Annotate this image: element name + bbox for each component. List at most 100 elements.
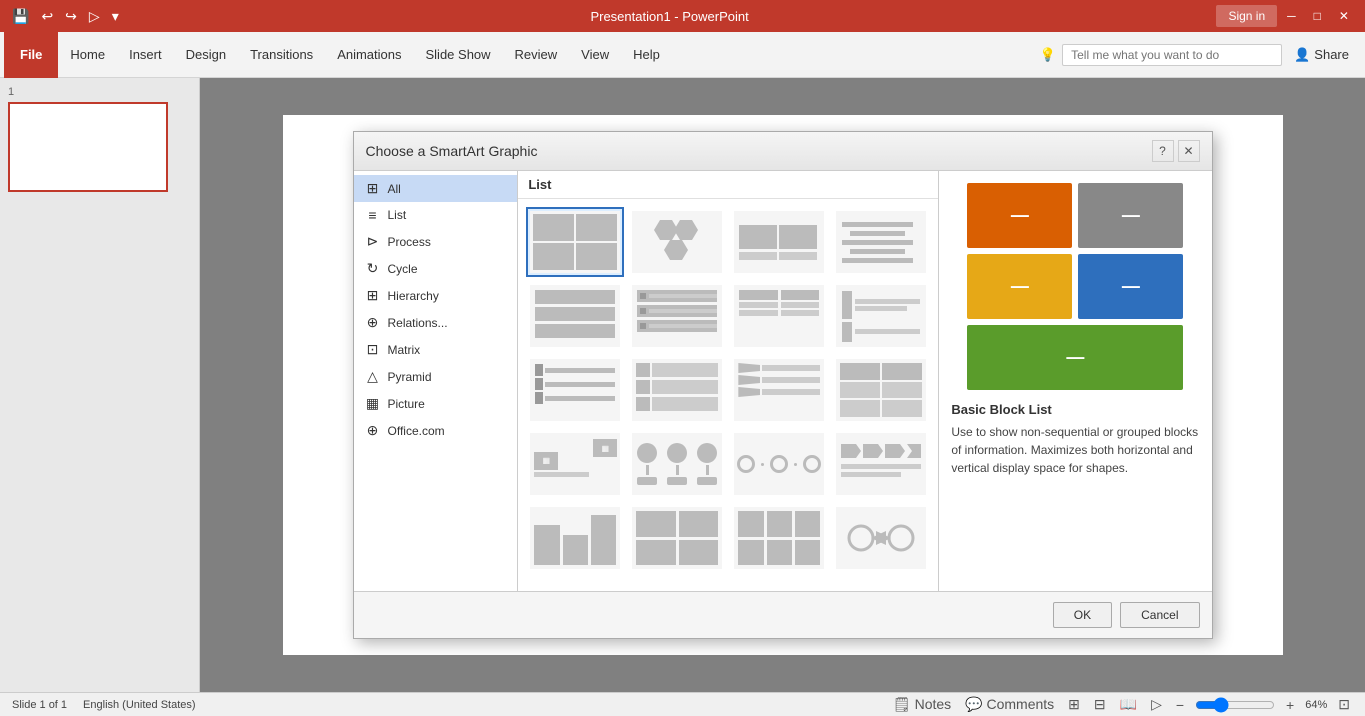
- graphic-arrow-list[interactable]: [832, 429, 930, 499]
- title-bar: 💾 ↩ ↪ ▷ ▾ Presentation1 - PowerPoint Sig…: [0, 0, 1365, 32]
- slide-thumbnail[interactable]: [8, 102, 168, 192]
- picture-icon: ▦: [364, 395, 382, 412]
- zoom-in-button[interactable]: +: [1283, 697, 1297, 713]
- tab-slideshow[interactable]: Slide Show: [414, 32, 503, 78]
- graphic-horizontal-bullets[interactable]: [730, 207, 828, 277]
- cat-pyramid[interactable]: △ Pyramid: [354, 363, 518, 390]
- preview-shapes: — — — — —: [951, 183, 1199, 390]
- minimize-button[interactable]: ─: [1279, 5, 1304, 27]
- matrix-icon: ⊡: [364, 341, 382, 358]
- dialog-help-button[interactable]: ?: [1152, 140, 1174, 162]
- graphic-tab-list[interactable]: [526, 503, 624, 573]
- canvas-area: Choose a SmartArt Graphic ? ✕ ⊞ All: [200, 78, 1365, 692]
- graphic-bubble-list[interactable]: [628, 429, 726, 499]
- tab-transitions[interactable]: Transitions: [238, 32, 325, 78]
- cat-list[interactable]: ≡ List: [354, 202, 518, 228]
- preview-box-orange: —: [967, 183, 1072, 248]
- graphic-picture-list1[interactable]: ▦ ▦: [526, 429, 624, 499]
- dialog-overlay: Choose a SmartArt Graphic ? ✕ ⊞ All: [200, 78, 1365, 692]
- slide-sorter-button[interactable]: ⊟: [1091, 696, 1109, 713]
- category-list: ⊞ All ≡ List ⊳ Process ↻: [354, 171, 519, 591]
- cancel-button[interactable]: Cancel: [1120, 602, 1199, 628]
- all-icon: ⊞: [364, 180, 382, 197]
- dialog-titlebar: Choose a SmartArt Graphic ? ✕: [354, 132, 1212, 171]
- graphic-cycle-list[interactable]: [832, 503, 930, 573]
- statusbar-left: Slide 1 of 1 English (United States): [12, 699, 196, 711]
- dialog-close-button[interactable]: ✕: [1178, 140, 1200, 162]
- tab-insert[interactable]: Insert: [117, 32, 174, 78]
- restore-button[interactable]: □: [1306, 5, 1329, 27]
- slide-number: 1: [8, 86, 191, 98]
- zoom-out-button[interactable]: −: [1173, 697, 1187, 713]
- graphic-stacked-list2[interactable]: [628, 281, 726, 351]
- share-button[interactable]: 👤 Share: [1282, 47, 1361, 63]
- graphic-trapezoid-list[interactable]: [730, 355, 828, 425]
- cat-hierarchy[interactable]: ⊞ Hierarchy: [354, 282, 518, 309]
- present-button[interactable]: ▷: [1148, 696, 1165, 713]
- dialog-controls: ? ✕: [1152, 140, 1200, 162]
- dialog-title: Choose a SmartArt Graphic: [366, 143, 538, 159]
- zoom-slider[interactable]: [1195, 697, 1275, 713]
- tab-home[interactable]: Home: [58, 32, 117, 78]
- graphic-block-grid[interactable]: [730, 503, 828, 573]
- sign-in-button[interactable]: Sign in: [1216, 5, 1277, 27]
- close-button[interactable]: ✕: [1331, 5, 1357, 27]
- graphic-circle-list[interactable]: [730, 429, 828, 499]
- tab-file[interactable]: File: [4, 32, 58, 78]
- comments-button[interactable]: 💬 Comments: [962, 696, 1057, 713]
- cat-cycle[interactable]: ↻ Cycle: [354, 255, 518, 282]
- graphic-text-list[interactable]: [832, 207, 930, 277]
- cat-picture[interactable]: ▦ Picture: [354, 390, 518, 417]
- tab-view[interactable]: View: [569, 32, 621, 78]
- redo-button[interactable]: ↪: [61, 6, 81, 27]
- notes-button[interactable]: 🗒 Notes: [890, 696, 954, 713]
- share-icon: 👤: [1294, 47, 1310, 63]
- graphic-vertical-box-list[interactable]: [832, 281, 930, 351]
- cat-relations[interactable]: ⊕ Relations...: [354, 309, 518, 336]
- graphic-grouped-list[interactable]: [730, 281, 828, 351]
- fit-slide-button[interactable]: ⊡: [1335, 696, 1353, 713]
- tab-review[interactable]: Review: [503, 32, 570, 78]
- ribbon: File Home Insert Design Transitions Anim…: [0, 32, 1365, 78]
- customize-qat[interactable]: ▾: [108, 6, 123, 27]
- preview-box-yellow: —: [967, 254, 1072, 319]
- hierarchy-icon: ⊞: [364, 287, 382, 304]
- slide-panel: 1: [0, 78, 200, 692]
- present-button[interactable]: ▷: [85, 6, 104, 27]
- dialog-footer: OK Cancel: [354, 591, 1212, 638]
- cat-process[interactable]: ⊳ Process: [354, 228, 518, 255]
- cat-office[interactable]: ⊕ Office.com: [354, 417, 518, 444]
- preview-box-green: —: [967, 325, 1183, 390]
- graphic-hexagon-cluster[interactable]: [628, 207, 726, 277]
- undo-button[interactable]: ↩: [37, 6, 57, 27]
- preview-row-1: — —: [967, 183, 1183, 248]
- preview-block: — — — — —: [967, 183, 1183, 390]
- cat-matrix[interactable]: ⊡ Matrix: [354, 336, 518, 363]
- tab-design[interactable]: Design: [174, 32, 238, 78]
- preview-row-2: — —: [967, 254, 1183, 319]
- process-icon: ⊳: [364, 233, 382, 250]
- preview-name: Basic Block List: [951, 402, 1199, 417]
- cycle-icon: ↻: [364, 260, 382, 277]
- save-button[interactable]: 💾: [8, 6, 33, 27]
- graphic-basic-block-list[interactable]: [526, 207, 624, 277]
- main-area: 1 Choose a SmartArt Graphic ? ✕: [0, 78, 1365, 692]
- graphic-square-accent[interactable]: [628, 355, 726, 425]
- cat-all[interactable]: ⊞ All: [354, 175, 518, 202]
- graphic-stacked-list1[interactable]: [526, 281, 624, 351]
- normal-view-button[interactable]: ⊞: [1065, 696, 1083, 713]
- graphic-picture-grid[interactable]: [628, 503, 726, 573]
- lightbulb-icon: 💡: [1040, 47, 1056, 63]
- statusbar-right: 🗒 Notes 💬 Comments ⊞ ⊟ 📖 ▷ − + 64% ⊡: [890, 696, 1353, 713]
- graphic-grid: ▦ ▦: [518, 199, 938, 591]
- relations-icon: ⊕: [364, 314, 382, 331]
- reading-view-button[interactable]: 📖: [1117, 696, 1140, 713]
- ok-button[interactable]: OK: [1053, 602, 1112, 628]
- graphic-horizontal-labeled[interactable]: [526, 355, 624, 425]
- tab-animations[interactable]: Animations: [325, 32, 413, 78]
- tell-me-input[interactable]: [1062, 44, 1282, 66]
- window-title: Presentation1 - PowerPoint: [590, 9, 748, 24]
- graphic-table-list[interactable]: [832, 355, 930, 425]
- tab-help[interactable]: Help: [621, 32, 672, 78]
- tell-me[interactable]: 💡: [1040, 44, 1282, 66]
